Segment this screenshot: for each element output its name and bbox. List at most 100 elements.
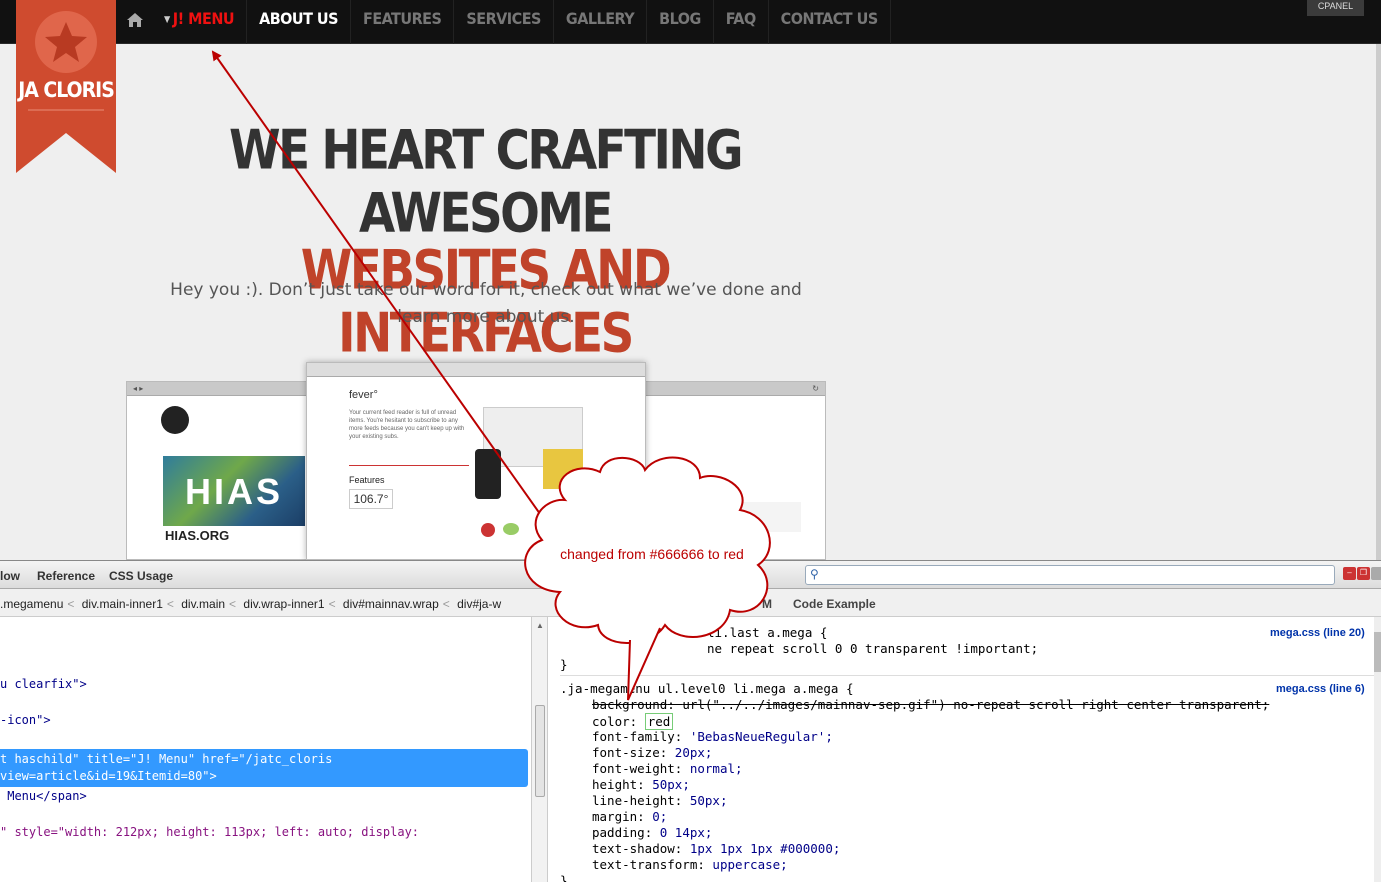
css-property-font-size[interactable]: font-size: 20px; xyxy=(592,745,712,761)
code-line[interactable]: " style="width: 212px; height: 113px; le… xyxy=(0,823,419,841)
scrollbar-thumb[interactable] xyxy=(535,705,545,797)
breadcrumb-item[interactable]: div#ja-w xyxy=(457,597,501,611)
selected-node[interactable]: t haschild" title="J! Menu" href="/jatc_… xyxy=(0,749,528,787)
css-prop-name: font-family xyxy=(592,729,675,744)
css-prop-value: 20px; xyxy=(674,745,713,760)
css-prop-value: normal; xyxy=(689,761,743,776)
tab-css-usage[interactable]: CSS Usage xyxy=(109,561,173,591)
css-property-color[interactable]: color: red xyxy=(592,713,674,730)
css-property-height[interactable]: height: 50px; xyxy=(592,777,690,793)
hias-banner: HIAS xyxy=(163,456,305,526)
dom-breadcrumb: .megamenu < div.main-inner1 < div.main < di… xyxy=(0,589,548,617)
nav-item-features[interactable]: FEATURES xyxy=(351,0,455,44)
css-property-margin[interactable]: margin: 0; xyxy=(592,809,667,825)
breadcrumb-item[interactable]: div#mainnav.wrap xyxy=(343,597,439,611)
css-property-text-transform[interactable]: text-transform: uppercase; xyxy=(592,857,788,873)
portfolio-screenshot-center[interactable]: fever° Your current feed reader is full … xyxy=(306,362,646,560)
breadcrumb-item[interactable]: .megamenu xyxy=(0,597,63,611)
css-value-editor[interactable]: red xyxy=(644,713,674,730)
portfolio-screenshot-left[interactable]: ◂ ▸ HIAS HIAS.ORG xyxy=(126,381,314,560)
nav-item-gallery[interactable]: GALLERY xyxy=(554,0,648,44)
css-file-link[interactable]: mega.css (line 20) xyxy=(1270,627,1365,639)
css-selector[interactable]: li.last a.mega { xyxy=(707,625,827,641)
scrollbar-thumb[interactable] xyxy=(1374,632,1381,672)
browser-bar: ↻ xyxy=(641,382,825,396)
breadcrumb-item[interactable]: div.wrap-inner1 xyxy=(243,597,324,611)
css-pane-scrollbar[interactable] xyxy=(1374,617,1381,882)
window-controls: – ❐ xyxy=(1343,567,1381,580)
annotation-note: changed from #666666 to red xyxy=(560,546,744,562)
main-nav-list: ▼ J! MENU ABOUT US FEATURES SERVICES GALL… xyxy=(118,0,891,44)
divider xyxy=(349,465,469,466)
rule-separator xyxy=(560,675,1374,676)
nav-item-contact-us[interactable]: CONTACT US xyxy=(769,0,891,44)
css-prop-name: color xyxy=(592,714,630,729)
tab-layout[interactable]: low xyxy=(0,561,20,591)
breadcrumb-item[interactable]: div.main-inner1 xyxy=(82,597,163,611)
css-property-line-height[interactable]: line-height: 50px; xyxy=(592,793,728,809)
devtools-toolbar: low Reference CSS Usage ⚲ – ❐ xyxy=(0,561,1381,589)
css-prop-value: 50px; xyxy=(652,777,690,792)
html-source-pane[interactable]: u clearfix"> -icon"> t haschild" title="… xyxy=(0,617,531,882)
minimize-icon[interactable]: – xyxy=(1343,567,1356,580)
css-property-background[interactable]: background: url("../../images/mainnav-se… xyxy=(592,697,1269,713)
css-prop-value: url("../../images/mainnav-sep.gif") no-r… xyxy=(682,697,1270,712)
css-property[interactable]: ne repeat scroll 0 0 transparent !import… xyxy=(707,641,1038,657)
nav-item-blog[interactable]: BLOG xyxy=(647,0,714,44)
devtools-panel: low Reference CSS Usage ⚲ – ❐ .megamenu <… xyxy=(0,560,1381,882)
css-selector[interactable]: .ja-megamenu ul.level0 li.mega a.mega { xyxy=(560,681,854,697)
preview-content-block xyxy=(681,502,801,532)
css-prop-name: text-transform xyxy=(592,857,698,872)
css-style-pane[interactable]: li.last a.mega { mega.css (line 20) ne r… xyxy=(552,617,1381,882)
devtools-search-input[interactable]: ⚲ xyxy=(805,565,1335,585)
css-property-font-weight[interactable]: font-weight: normal; xyxy=(592,761,743,777)
css-file-link[interactable]: mega.css (line 6) xyxy=(1276,683,1365,695)
browser-bar xyxy=(307,363,645,377)
phone-image xyxy=(475,449,501,499)
nav-item-services[interactable]: SERVICES xyxy=(454,0,554,44)
nav-item-j-menu[interactable]: ▼ J! MENU xyxy=(152,0,248,44)
caret-down-icon: ▼ xyxy=(164,15,170,25)
breadcrumb-separator: < xyxy=(229,597,237,611)
tab-code-example[interactable]: Code Example xyxy=(793,589,876,619)
html-pane-scrollbar[interactable]: ▲ xyxy=(531,617,548,882)
fever-features-heading: Features xyxy=(349,475,385,485)
css-prop-name: margin xyxy=(592,809,638,824)
nav-item-faq[interactable]: FAQ xyxy=(714,0,769,44)
css-prop-name: padding xyxy=(592,825,645,840)
page-scrollbar[interactable] xyxy=(1376,44,1381,560)
css-property-padding[interactable]: padding: 0 14px; xyxy=(592,825,712,841)
code-line[interactable]: Menu</span> xyxy=(0,787,86,805)
breadcrumb-separator: < xyxy=(442,597,450,611)
breadcrumb-item[interactable]: div.main xyxy=(181,597,225,611)
browser-bar: ◂ ▸ xyxy=(127,382,313,396)
preview-red-icon xyxy=(481,523,495,537)
code-line[interactable]: -icon"> xyxy=(0,711,51,729)
css-prop-value: 0 14px; xyxy=(659,825,713,840)
portfolio-screenshot-right[interactable]: ↻ xyxy=(640,381,826,560)
css-prop-name: text-shadow xyxy=(592,841,675,856)
cpanel-button[interactable]: CPANEL xyxy=(1307,0,1364,16)
tab-reference[interactable]: Reference xyxy=(37,561,95,591)
close-icon[interactable] xyxy=(1371,567,1381,580)
css-prop-name: font-weight xyxy=(592,761,675,776)
scroll-up-icon[interactable]: ▲ xyxy=(536,621,544,630)
hias-site-name: HIAS.ORG xyxy=(165,528,230,543)
breadcrumb-separator: < xyxy=(328,597,336,611)
css-prop-name: height xyxy=(592,777,638,792)
code-line: t haschild" title="J! Menu" href="/jatc_… xyxy=(0,752,333,766)
home-icon[interactable] xyxy=(118,0,152,44)
code-line: view=article&id=19&Itemid=80"> xyxy=(0,769,217,783)
css-property-text-shadow[interactable]: text-shadow: 1px 1px 1px #000000; xyxy=(592,841,840,857)
css-property-font-family[interactable]: font-family: 'BebasNeueRegular'; xyxy=(592,729,833,745)
css-prop-name: font-size xyxy=(592,745,660,760)
code-line[interactable]: u clearfix"> xyxy=(0,675,87,693)
search-icon: ⚲ xyxy=(810,567,819,581)
tab-dom[interactable]: M xyxy=(762,589,772,619)
breadcrumb-separator: < xyxy=(67,597,75,611)
nav-item-about-us[interactable]: ABOUT US xyxy=(247,0,351,44)
hero-heading-line1: WE HEART CRAFTING AWESOME xyxy=(229,119,743,245)
restore-icon[interactable]: ❐ xyxy=(1357,567,1370,580)
css-prop-value: uppercase; xyxy=(712,857,788,872)
css-prop-value: 1px 1px 1px #000000; xyxy=(689,841,841,856)
